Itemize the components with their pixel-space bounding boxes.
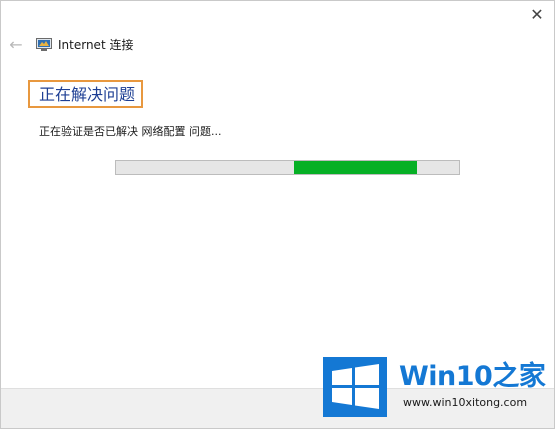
page-title: 正在解决问题 bbox=[39, 85, 136, 104]
close-button[interactable]: ✕ bbox=[526, 5, 548, 25]
watermark-brand: Win10之家 bbox=[399, 361, 546, 392]
windows-logo-icon bbox=[323, 357, 387, 417]
progress-bar bbox=[115, 160, 460, 175]
site-watermark: Win10之家 www.win10xitong.com bbox=[323, 357, 553, 417]
watermark-url: www.win10xitong.com bbox=[403, 396, 528, 409]
back-arrow-icon[interactable]: ← bbox=[7, 35, 25, 55]
network-connection-icon bbox=[36, 38, 52, 51]
window-title: Internet 连接 bbox=[58, 38, 134, 52]
troubleshooter-window: ✕ ← Internet 连接 正在解决问题 正在验证是否已解决 网络配置 问题… bbox=[0, 0, 555, 429]
progress-bar-fill bbox=[294, 161, 417, 174]
status-text: 正在验证是否已解决 网络配置 问题... bbox=[39, 125, 222, 138]
